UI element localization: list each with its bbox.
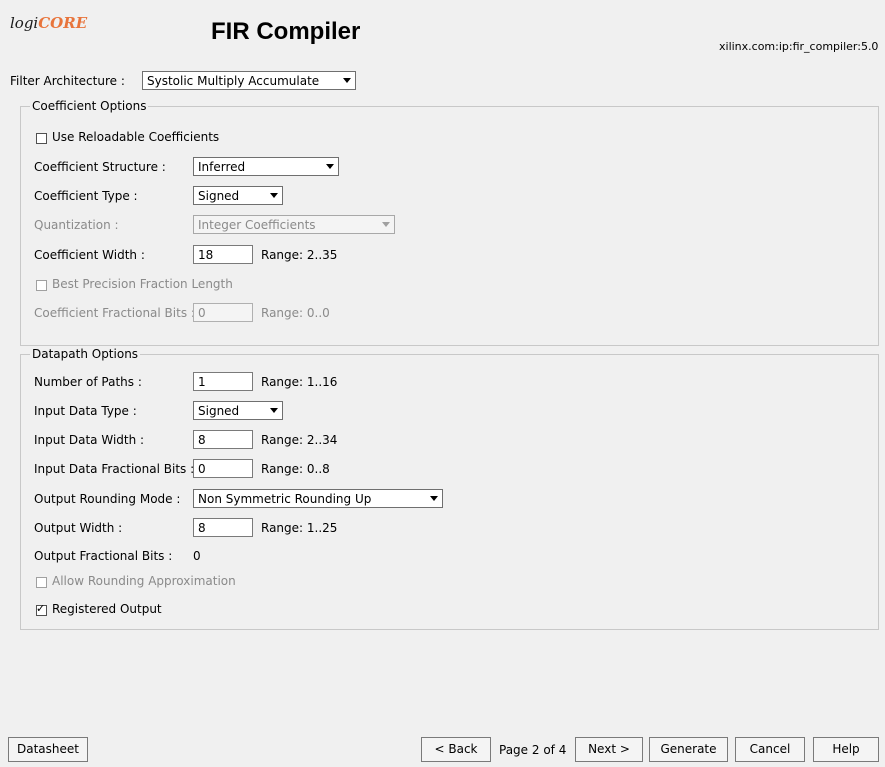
generate-button[interactable]: Generate	[649, 737, 728, 762]
cancel-button[interactable]: Cancel	[735, 737, 805, 762]
input-data-fractional-bits-label: Input Data Fractional Bits :	[34, 462, 195, 476]
input-data-fractional-bits-input[interactable]: 0	[193, 459, 253, 478]
output-fractional-bits-value: 0	[193, 549, 201, 563]
output-width-input[interactable]: 8	[193, 518, 253, 537]
chevron-down-icon	[343, 78, 351, 83]
output-rounding-mode-label: Output Rounding Mode :	[34, 492, 181, 506]
coefficient-type-value: Signed	[198, 189, 240, 203]
datapath-options-legend: Datapath Options	[30, 347, 141, 361]
quantization-label: Quantization :	[34, 218, 119, 232]
page-title: FIR Compiler	[211, 18, 361, 45]
input-data-type-label: Input Data Type :	[34, 404, 137, 418]
quantization-select[interactable]: Integer Coefficients	[193, 215, 395, 234]
coefficient-structure-select[interactable]: Inferred	[193, 157, 339, 176]
allow-rounding-approximation-checkbox[interactable]	[36, 577, 47, 588]
ip-vlnv: xilinx.com:ip:fir_compiler:5.0	[719, 40, 879, 53]
input-data-width-input[interactable]: 8	[193, 430, 253, 449]
next-button[interactable]: Next >	[575, 737, 643, 762]
coefficient-type-label: Coefficient Type :	[34, 189, 138, 203]
output-width-range: Range: 1..25	[261, 521, 338, 535]
filter-architecture-label: Filter Architecture :	[10, 74, 125, 88]
registered-output-checkbox[interactable]: ✓	[36, 602, 47, 616]
input-data-width-value: 8	[198, 433, 206, 447]
logicore-logo: logiCORE	[10, 14, 88, 32]
input-data-width-range: Range: 2..34	[261, 433, 338, 447]
best-precision-checkbox[interactable]	[36, 280, 47, 291]
reloadable-coefficients-checkbox[interactable]	[36, 133, 47, 144]
back-button[interactable]: < Back	[421, 737, 491, 762]
input-data-fractional-bits-value: 0	[198, 462, 206, 476]
datasheet-button[interactable]: Datasheet	[8, 737, 88, 762]
checkmark-icon: ✓	[36, 602, 46, 615]
coefficient-width-value: 18	[198, 248, 214, 262]
chevron-down-icon	[270, 193, 278, 198]
number-of-paths-input[interactable]: 1	[193, 372, 253, 391]
output-width-value: 8	[198, 521, 206, 535]
page-indicator: Page 2 of 4	[499, 743, 567, 757]
input-data-type-value: Signed	[198, 404, 240, 418]
allow-rounding-approximation-label: Allow Rounding Approximation	[52, 574, 236, 588]
number-of-paths-value: 1	[198, 375, 206, 389]
coefficient-width-label: Coefficient Width :	[34, 248, 145, 262]
coefficient-fractional-bits-label: Coefficient Fractional Bits :	[34, 306, 195, 320]
filter-architecture-select[interactable]: Systolic Multiply Accumulate	[142, 71, 356, 90]
registered-output-label: Registered Output	[52, 602, 162, 616]
input-data-width-label: Input Data Width :	[34, 433, 145, 447]
output-fractional-bits-label: Output Fractional Bits :	[34, 549, 173, 563]
input-data-type-select[interactable]: Signed	[193, 401, 283, 420]
coefficient-type-select[interactable]: Signed	[193, 186, 283, 205]
chevron-down-icon	[326, 164, 334, 169]
coefficient-structure-value: Inferred	[198, 160, 246, 174]
chevron-down-icon	[382, 222, 390, 227]
output-rounding-mode-select[interactable]: Non Symmetric Rounding Up	[193, 489, 443, 508]
coefficient-width-range: Range: 2..35	[261, 248, 338, 262]
coefficient-width-input[interactable]: 18	[193, 245, 253, 264]
quantization-value: Integer Coefficients	[198, 218, 316, 232]
chevron-down-icon	[270, 408, 278, 413]
reloadable-coefficients-label: Use Reloadable Coefficients	[52, 130, 220, 144]
coefficient-fractional-bits-input[interactable]: 0	[193, 303, 253, 322]
coefficient-structure-label: Coefficient Structure :	[34, 160, 166, 174]
number-of-paths-range: Range: 1..16	[261, 375, 338, 389]
help-button[interactable]: Help	[813, 737, 879, 762]
filter-architecture-value: Systolic Multiply Accumulate	[147, 74, 320, 88]
coefficient-fractional-bits-value: 0	[198, 306, 206, 320]
coefficient-options-legend: Coefficient Options	[30, 99, 149, 113]
output-width-label: Output Width :	[34, 521, 123, 535]
input-data-fractional-bits-range: Range: 0..8	[261, 462, 330, 476]
chevron-down-icon	[430, 496, 438, 501]
best-precision-label: Best Precision Fraction Length	[52, 277, 233, 291]
coefficient-fractional-bits-range: Range: 0..0	[261, 306, 330, 320]
output-rounding-mode-value: Non Symmetric Rounding Up	[198, 492, 372, 506]
number-of-paths-label: Number of Paths :	[34, 375, 142, 389]
